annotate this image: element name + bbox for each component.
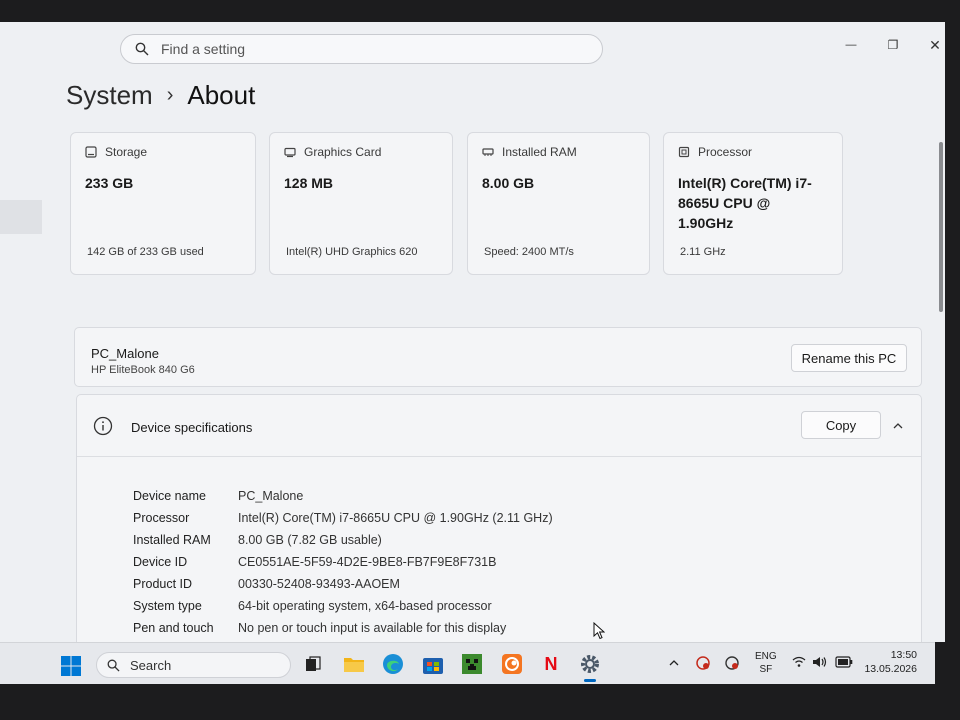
pc-name-row: PC_Malone HP EliteBook 840 G6 Rename thi… bbox=[74, 327, 922, 387]
info-icon bbox=[93, 416, 113, 436]
device-specifications-header[interactable]: Device specifications Copy bbox=[77, 395, 921, 457]
card-value: 8.00 GB bbox=[482, 175, 535, 191]
card-subtext: 2.11 GHz bbox=[680, 246, 726, 258]
spec-row-system-type: System type 64-bit operating system, x64… bbox=[133, 599, 492, 613]
taskbar-search[interactable]: Search bbox=[96, 652, 291, 678]
breadcrumb: System › About bbox=[66, 80, 255, 111]
spec-row-device-id: Device ID CE0551AE-5F59-4D2E-9BE8-FB7F9E… bbox=[133, 555, 496, 569]
copy-button[interactable]: Copy bbox=[801, 411, 881, 439]
settings-search-box[interactable] bbox=[120, 34, 603, 64]
spec-label: Product ID bbox=[133, 577, 193, 591]
task-view-icon[interactable] bbox=[301, 652, 325, 676]
card-value: Intel(R) Core(TM) i7-8665U CPU @ 1.90GHz bbox=[678, 175, 812, 231]
language-code: ENG bbox=[755, 651, 777, 662]
settings-search-input[interactable] bbox=[161, 41, 541, 57]
breadcrumb-system[interactable]: System bbox=[66, 80, 153, 111]
spec-label: Device ID bbox=[133, 555, 188, 569]
wifi-icon[interactable] bbox=[792, 655, 806, 669]
pc-model: HP EliteBook 840 G6 bbox=[91, 364, 195, 376]
spec-label: System type bbox=[133, 599, 202, 613]
spec-row-product-id: Product ID 00330-52408-93493-AAOEM bbox=[133, 577, 400, 591]
storage-card[interactable]: Storage 233 GB 142 GB of 233 GB used bbox=[70, 132, 256, 275]
spec-row-installed-ram: Installed RAM 8.00 GB (7.82 GB usable) bbox=[133, 533, 382, 547]
close-icon: ✕ bbox=[929, 36, 941, 53]
card-title: Installed RAM bbox=[502, 145, 577, 159]
spec-row-device-name: Device name PC_Malone bbox=[133, 489, 303, 503]
search-icon bbox=[107, 659, 120, 672]
processor-card[interactable]: Processor Intel(R) Core(TM) i7-8665U CPU… bbox=[663, 132, 843, 275]
spec-value[interactable]: 8.00 GB (7.82 GB usable) bbox=[238, 533, 382, 547]
netflix-icon[interactable]: N bbox=[539, 652, 563, 676]
spec-row-processor: Processor Intel(R) Core(TM) i7-8665U CPU… bbox=[133, 511, 553, 525]
minimize-icon: — bbox=[845, 39, 857, 51]
title-bar: — ❐ ✕ bbox=[0, 22, 945, 82]
summary-cards: Storage 233 GB 142 GB of 233 GB used Gra… bbox=[0, 132, 945, 277]
spec-label: Installed RAM bbox=[133, 533, 211, 547]
spec-label: Pen and touch bbox=[133, 621, 214, 635]
page-title: About bbox=[187, 80, 256, 110]
taskbar: Search N ENG SF 13:50 13.05.2026 bbox=[0, 642, 935, 684]
card-value: 233 GB bbox=[85, 175, 134, 191]
processor-icon bbox=[678, 146, 690, 158]
storage-icon bbox=[85, 146, 97, 158]
spec-value[interactable]: Intel(R) Core(TM) i7-8665U CPU @ 1.90GHz… bbox=[238, 511, 553, 525]
graphics-card-icon bbox=[284, 147, 296, 158]
card-title: Processor bbox=[698, 145, 753, 159]
card-subtext: Intel(R) UHD Graphics 620 bbox=[286, 246, 418, 258]
device-specifications-title: Device specifications bbox=[131, 420, 253, 435]
security-alert-icon[interactable] bbox=[724, 655, 740, 671]
settings-window: — ❐ ✕ System › About Storage 233 GB 142 … bbox=[0, 22, 945, 642]
card-subtext: 142 GB of 233 GB used bbox=[87, 246, 204, 258]
minimize-button[interactable]: — bbox=[836, 32, 866, 58]
card-title: Graphics Card bbox=[304, 145, 382, 159]
spec-label: Processor bbox=[133, 511, 190, 525]
input-language-indicator[interactable]: ENG SF bbox=[755, 650, 777, 676]
restore-icon: ❐ bbox=[887, 38, 899, 52]
spec-value[interactable]: PC_Malone bbox=[238, 489, 303, 503]
chevron-up-icon[interactable] bbox=[668, 657, 680, 669]
spec-label: Device name bbox=[133, 489, 206, 503]
card-title: Storage bbox=[105, 145, 148, 159]
chevron-up-icon[interactable] bbox=[891, 419, 905, 433]
settings-app-icon[interactable] bbox=[578, 652, 602, 676]
spec-value[interactable]: No pen or touch input is available for t… bbox=[238, 621, 506, 635]
scrollbar[interactable] bbox=[939, 142, 943, 312]
mouse-cursor-icon bbox=[593, 622, 605, 640]
spec-value[interactable]: 00330-52408-93493-AAOEM bbox=[238, 577, 400, 591]
clock-date: 13.05.2026 bbox=[864, 663, 917, 675]
active-app-indicator bbox=[584, 679, 596, 682]
card-value: 128 MB bbox=[284, 175, 334, 191]
close-button[interactable]: ✕ bbox=[920, 32, 945, 58]
keyboard-layout-code: SF bbox=[759, 664, 773, 675]
clock-time: 13:50 bbox=[890, 649, 917, 661]
minecraft-icon[interactable] bbox=[460, 652, 484, 676]
pc-name: PC_Malone bbox=[91, 346, 159, 361]
volume-icon[interactable] bbox=[812, 655, 828, 669]
spec-value[interactable]: 64-bit operating system, x64-based proce… bbox=[238, 599, 492, 613]
graphics-card-card[interactable]: Graphics Card 128 MB Intel(R) UHD Graphi… bbox=[269, 132, 453, 275]
spec-value[interactable]: CE0551AE-5F59-4D2E-9BE8-FB7F9E8F731B bbox=[238, 555, 496, 569]
microsoft-store-icon[interactable] bbox=[421, 652, 445, 676]
chevron-right-icon: › bbox=[166, 84, 174, 106]
device-specifications-panel: Device specifications Copy Device name P… bbox=[76, 394, 922, 642]
installed-ram-card[interactable]: Installed RAM 8.00 GB Speed: 2400 MT/s bbox=[467, 132, 650, 275]
file-explorer-icon[interactable] bbox=[342, 652, 366, 676]
edge-browser-icon[interactable] bbox=[381, 652, 405, 676]
system-clock[interactable]: 13:50 13.05.2026 bbox=[864, 648, 917, 676]
crunchyroll-icon[interactable] bbox=[500, 652, 524, 676]
rename-pc-button[interactable]: Rename this PC bbox=[791, 344, 907, 372]
taskbar-search-label: Search bbox=[130, 657, 172, 673]
sync-icon[interactable] bbox=[695, 655, 711, 671]
spec-row-pen-and-touch: Pen and touch No pen or touch input is a… bbox=[133, 621, 506, 635]
windows-start-icon[interactable] bbox=[60, 655, 82, 677]
card-subtext: Speed: 2400 MT/s bbox=[484, 246, 574, 258]
restore-button[interactable]: ❐ bbox=[878, 32, 908, 58]
ram-icon bbox=[482, 148, 494, 156]
battery-icon[interactable] bbox=[835, 656, 853, 668]
search-icon bbox=[135, 42, 149, 56]
